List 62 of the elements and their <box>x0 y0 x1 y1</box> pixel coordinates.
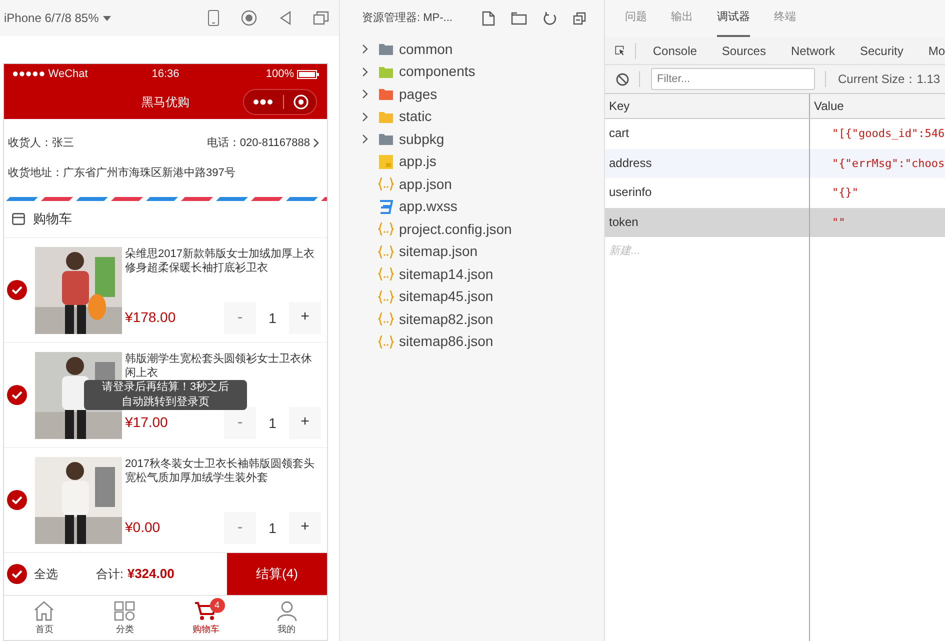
tab-bar-item[interactable]: 首页 <box>4 596 85 640</box>
explorer-title: 资源管理器: MP-... <box>362 11 452 26</box>
product-title: 韩版潮学生宽松套头圆领衫女士卫衣休闲上衣 <box>125 352 313 380</box>
device-selector[interactable]: iPhone 6/7/8 85% <box>4 9 99 27</box>
address-text: 收货地址：广东省广州市海珠区新港中路397号 <box>8 166 236 181</box>
product-title: 朵维思2017新款韩版女士加绒加厚上衣修身超柔保暖长袖打底衫卫衣 <box>125 246 316 274</box>
cart-title: 购物车 <box>33 210 72 228</box>
phone-text: 电话：020-81167888 <box>206 136 310 150</box>
increment-button[interactable]: + <box>289 302 321 334</box>
battery-text: 100% <box>266 67 294 82</box>
key-cell: token <box>605 208 810 237</box>
count-badge: 4 <box>210 598 224 613</box>
product-price: ¥178.00 <box>125 308 176 327</box>
value-cell-text: "[{"goods_id":546 <box>831 126 945 142</box>
devtools-tab[interactable]: Network <box>790 42 835 60</box>
increment-button[interactable]: + <box>289 512 321 544</box>
value-cell-text: "" <box>831 214 846 230</box>
tree-item[interactable]: sitemap82.json <box>340 308 604 330</box>
tab-bar-item[interactable]: 分类 <box>84 596 166 640</box>
increment-button[interactable]: + <box>289 406 321 438</box>
storage-row[interactable]: token "" <box>605 208 945 237</box>
column-header[interactable]: Value <box>810 94 945 118</box>
tree-item[interactable]: sitemap45.json <box>340 286 604 308</box>
quantity-value[interactable]: 1 <box>256 302 289 334</box>
column-header[interactable]: Key <box>605 94 810 118</box>
current-size-text: Current Size：1.13 <box>838 71 940 88</box>
tree-item[interactable]: app.json <box>340 173 604 196</box>
quantity-value[interactable]: 1 <box>256 406 289 438</box>
receiver-text: 收货人：张三 <box>8 136 74 150</box>
tree-item[interactable]: sitemap14.json <box>340 263 604 286</box>
tree-item[interactable]: project.config.json <box>340 218 604 240</box>
devtools-tab[interactable]: Security <box>860 42 904 60</box>
total-price: ¥324.00 <box>127 565 174 584</box>
checkout-button[interactable]: 结算(4) <box>227 552 327 596</box>
product-title: 2017秋冬装女士卫衣长袖韩版圆领套头宽松气质加厚加绒学生装外套 <box>125 456 316 484</box>
storage-row[interactable]: address "{"errMsg":"choos <box>605 148 945 178</box>
select-all-label[interactable]: 全选 <box>34 565 58 583</box>
devtools-tab[interactable]: Console <box>652 42 697 60</box>
product-price: ¥17.00 <box>125 413 168 432</box>
nav-title: 黑马优购 <box>142 94 190 111</box>
tab-bar-item[interactable]: 我的 <box>246 596 327 640</box>
value-cell-text: "{}" <box>831 185 860 201</box>
tree-item[interactable]: sitemap86.json <box>340 330 604 353</box>
quantity-value[interactable]: 1 <box>256 512 289 544</box>
value-cell-text: "{"errMsg":"choos <box>831 156 945 172</box>
tree-item[interactable]: subpkg <box>340 128 604 150</box>
tree-item[interactable]: components <box>340 60 604 83</box>
tree-item[interactable]: app.wxss <box>340 196 604 218</box>
tree-item[interactable]: common <box>340 38 604 60</box>
product-price: ¥0.00 <box>125 518 160 537</box>
tree-item[interactable]: sitemap.json <box>340 240 604 263</box>
clock-text: 16:36 <box>150 67 180 82</box>
tree-item[interactable]: pages <box>340 83 604 106</box>
filter-field[interactable]: Filter... <box>651 68 815 90</box>
devtools-tab[interactable]: Mo <box>928 42 945 60</box>
total-label: 合计: <box>96 566 124 583</box>
tree-item[interactable]: app.js <box>340 150 604 173</box>
carrier-text: ●●●●● WeChat <box>12 67 89 82</box>
devtools-tab[interactable]: Sources <box>722 42 766 60</box>
tree-item[interactable]: static <box>340 106 604 128</box>
toast: 请登录后再结算！3秒之后自动跳转到登录页 <box>84 380 247 410</box>
tab-bar-item[interactable]: 购物车 4 <box>166 596 246 640</box>
